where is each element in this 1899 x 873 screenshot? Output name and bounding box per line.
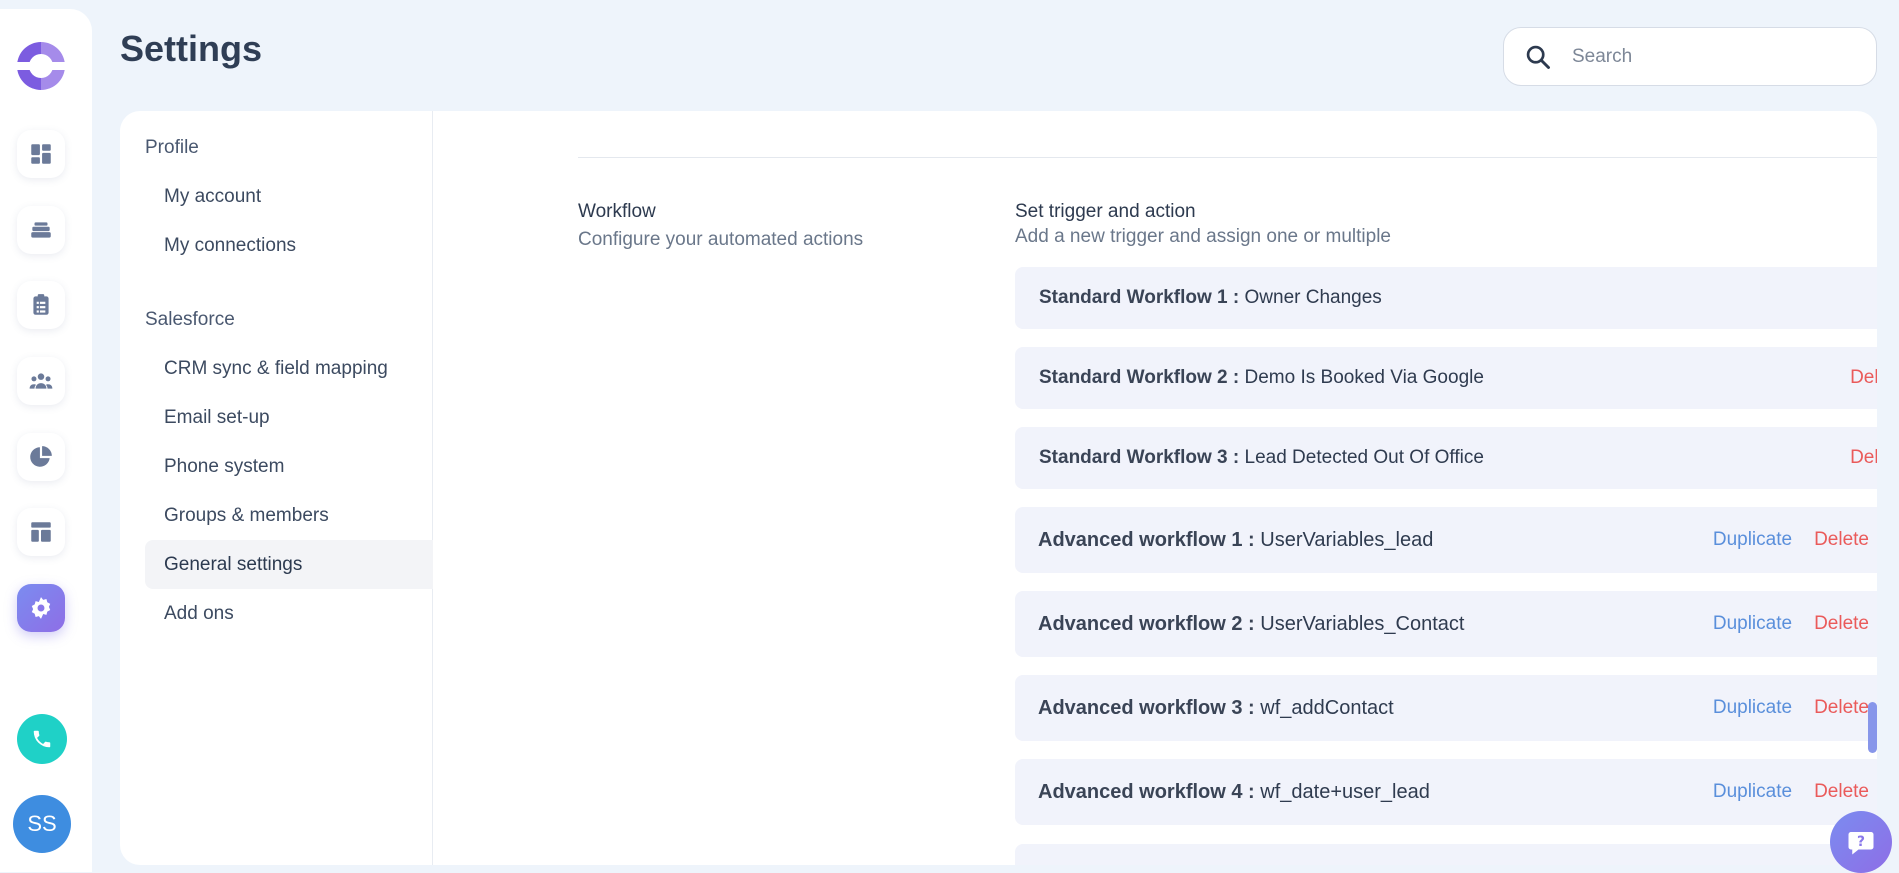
delete-button[interactable]: Delete	[1814, 781, 1869, 803]
duplicate-button[interactable]: Duplicate	[1713, 529, 1792, 551]
standard-workflow-row[interactable]: Standard Workflow 1 : Owner Changes	[1015, 267, 1877, 329]
workflow-label: Advanced workflow 3 :	[1038, 696, 1255, 719]
nav-item-phone-system[interactable]: Phone system	[145, 442, 433, 491]
svg-text:?: ?	[1857, 834, 1865, 850]
workflow-name: Lead Detected Out Of Office	[1244, 447, 1484, 468]
workflow-actions: Delete	[1850, 427, 1877, 489]
gear-icon[interactable]	[17, 584, 65, 632]
scrollbar-thumb[interactable]	[1868, 702, 1877, 753]
nav-heading-salesforce: Salesforce	[145, 309, 235, 330]
workflow-name: Demo Is Booked Via Google	[1244, 367, 1484, 388]
workflow-title: Standard Workflow 2 : Demo Is Booked Via…	[1039, 367, 1484, 389]
workflow-actions: Duplicate Delete	[1713, 507, 1877, 573]
delete-button[interactable]: Delete	[1814, 613, 1869, 635]
workflow-title: Standard Workflow 1 : Owner Changes	[1039, 287, 1382, 309]
workflow-actions: Duplicate Delete	[1713, 675, 1877, 741]
trigger-title: Set trigger and action	[1015, 201, 1196, 222]
workflow-label: Advanced workflow 1 :	[1038, 528, 1255, 551]
duplicate-button[interactable]: Duplicate	[1713, 781, 1792, 803]
section-divider	[578, 157, 1877, 158]
duplicate-button[interactable]: Duplicate	[1713, 697, 1792, 719]
settings-panel: Profile My account My connections Salesf…	[120, 111, 1877, 865]
settings-side-nav: Profile My account My connections Salesf…	[120, 111, 433, 865]
advanced-workflow-row[interactable]: Advanced workflow 3 : wf_addContact Dupl…	[1015, 675, 1877, 741]
page-title: Settings	[120, 28, 263, 69]
inbox-stack-icon[interactable]	[17, 206, 65, 254]
delete-button[interactable]: Delete	[1850, 367, 1877, 389]
trigger-description: Add a new trigger and assign one or mult…	[1015, 226, 1392, 247]
duplicate-button[interactable]: Duplicate	[1713, 613, 1792, 635]
workflow-title: Advanced workflow 2 : UserVariables_Cont…	[1038, 613, 1464, 636]
delete-button[interactable]: Delete	[1814, 529, 1869, 551]
nav-item-email-setup[interactable]: Email set-up	[145, 393, 433, 442]
workflow-content: Workflow Configure your automated action…	[434, 111, 1877, 865]
pie-chart-icon[interactable]	[17, 433, 65, 481]
phone-icon[interactable]	[17, 714, 67, 764]
app-logo[interactable]	[17, 42, 65, 90]
workflow-label: Standard Workflow 3 :	[1039, 447, 1240, 468]
delete-button[interactable]: Delete	[1814, 697, 1869, 719]
search-bar[interactable]	[1503, 27, 1877, 86]
nav-item-crm-sync[interactable]: CRM sync & field mapping	[145, 344, 433, 393]
workflow-label: Standard Workflow 1 :	[1039, 287, 1240, 308]
layout-icon[interactable]	[17, 508, 65, 556]
nav-item-add-ons[interactable]: Add ons	[145, 589, 433, 638]
nav-heading-profile: Profile	[145, 137, 199, 158]
advanced-workflow-row[interactable]: Advanced workflow 2 : UserVariables_Cont…	[1015, 591, 1877, 657]
workflow-name: Owner Changes	[1244, 287, 1382, 308]
nav-item-general-settings[interactable]: General settings	[145, 540, 433, 589]
search-icon	[1526, 45, 1550, 69]
standard-workflow-row[interactable]: Standard Workflow 3 : Lead Detected Out …	[1015, 427, 1877, 489]
advanced-workflow-row[interactable]: Advanced workflow 4 : wf_date+user_lead …	[1015, 759, 1877, 825]
workflow-name: UserVariables_lead	[1260, 528, 1434, 551]
delete-button[interactable]: Delete	[1850, 447, 1877, 469]
workflow-label: Advanced workflow 4 :	[1038, 780, 1255, 803]
workflow-title: Advanced workflow 4 : wf_date+user_lead	[1038, 781, 1430, 804]
workflow-section-description: Configure your automated actions	[578, 229, 864, 250]
workflow-name: wf_date+user_lead	[1260, 780, 1430, 803]
workflow-title: Standard Workflow 3 : Lead Detected Out …	[1039, 447, 1484, 469]
advanced-workflow-row-partial[interactable]	[1015, 844, 1877, 865]
workflow-name: UserVariables_Contact	[1260, 612, 1465, 635]
workflow-title: Advanced workflow 3 : wf_addContact	[1038, 697, 1394, 720]
avatar[interactable]: SS	[13, 795, 71, 853]
workflow-label: Standard Workflow 2 :	[1039, 367, 1240, 388]
nav-item-my-account[interactable]: My account	[145, 172, 433, 221]
nav-item-groups-members[interactable]: Groups & members	[145, 491, 433, 540]
workflow-label: Advanced workflow 2 :	[1038, 612, 1255, 635]
workflow-name: wf_addContact	[1260, 696, 1394, 719]
workflow-title: Advanced workflow 1 : UserVariables_lead	[1038, 529, 1433, 552]
workflow-actions: Duplicate Delete	[1713, 591, 1877, 657]
workflow-actions: Delete	[1850, 347, 1877, 409]
search-input[interactable]	[1572, 45, 1832, 68]
clipboard-list-icon[interactable]	[17, 281, 65, 329]
workflow-section-title: Workflow	[578, 201, 656, 222]
dashboard-icon[interactable]	[17, 130, 65, 178]
help-chat-icon[interactable]: ?	[1830, 811, 1892, 873]
advanced-workflow-row[interactable]: Advanced workflow 1 : UserVariables_lead…	[1015, 507, 1877, 573]
team-icon[interactable]	[17, 357, 65, 405]
icon-rail: SS	[0, 9, 92, 872]
nav-item-my-connections[interactable]: My connections	[145, 221, 433, 270]
standard-workflow-row[interactable]: Standard Workflow 2 : Demo Is Booked Via…	[1015, 347, 1877, 409]
